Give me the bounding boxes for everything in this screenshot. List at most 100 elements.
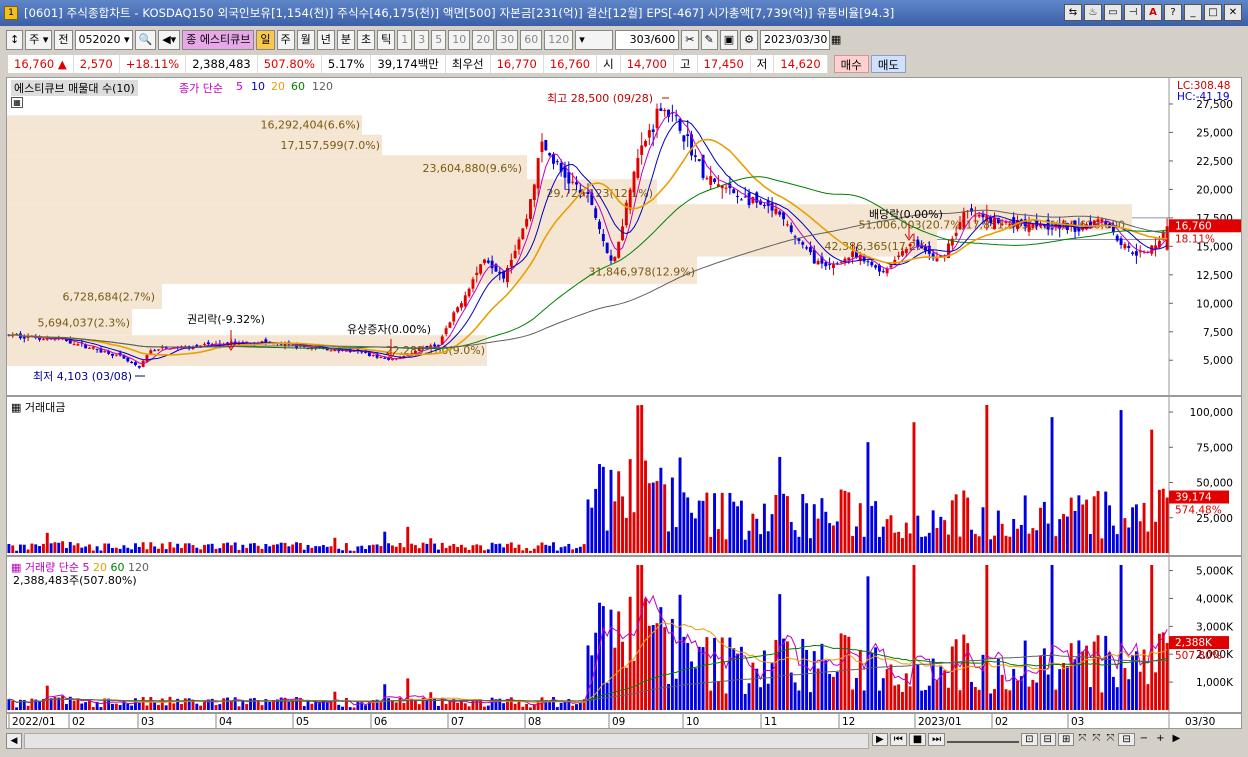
period-day[interactable]: 일 (256, 30, 275, 50)
candle-body (739, 199, 743, 201)
volume-bar (1138, 671, 1142, 710)
volume-bar (885, 669, 889, 710)
zoom-fit-icon[interactable]: ⊡ (1021, 733, 1038, 746)
candle-body (1027, 223, 1031, 232)
speed-slider[interactable] (947, 733, 1020, 743)
volume-bar (406, 678, 410, 710)
volume-bar (613, 647, 617, 710)
volume-bar (1058, 669, 1062, 710)
zoom-in-button[interactable]: + (1153, 733, 1167, 746)
interval-10[interactable]: 10 (448, 30, 471, 50)
period-month[interactable]: 월 (296, 30, 315, 50)
minimize-button[interactable]: _ (1184, 4, 1202, 21)
volume-bar (985, 405, 989, 553)
chart-type-icon[interactable]: ↕ (6, 30, 24, 50)
help-icon[interactable]: ? (1164, 4, 1182, 21)
cross3-icon[interactable]: ⤧ (1104, 733, 1116, 746)
interval-3[interactable]: 3 (414, 30, 430, 50)
maximize-button[interactable]: □ (1204, 4, 1222, 21)
sell-button[interactable]: 매도 (870, 55, 906, 73)
stock-code-input[interactable]: 052020 ▾ (74, 30, 133, 50)
pin-icon[interactable]: ⊣ (1124, 4, 1142, 21)
scroll-left-button[interactable]: ◀ (6, 733, 22, 749)
interval-30[interactable]: 30 (496, 30, 519, 50)
fast-forward-icon[interactable]: ⏭ (928, 733, 946, 746)
period-tick[interactable]: 틱 (377, 30, 396, 50)
grid-icon[interactable]: ▦ (11, 97, 23, 108)
period-week[interactable]: 주 (276, 30, 295, 50)
interval-5[interactable]: 5 (431, 30, 447, 50)
play-icon[interactable]: ▶ (872, 733, 888, 746)
volume-bar (601, 466, 605, 553)
volume-bar (1100, 692, 1104, 710)
volume-bar (352, 550, 356, 553)
y-tick-label: 7,500 (1203, 327, 1233, 339)
volume-ratio: 507.80% (257, 55, 322, 73)
speaker-icon[interactable]: ◀▾ (158, 30, 181, 50)
stop-icon[interactable]: ■ (908, 733, 927, 746)
date-field[interactable]: 2023/03/30 ▦ (760, 30, 841, 50)
period-year[interactable]: 년 (316, 30, 335, 50)
price-chart-panel[interactable]: 16,292,404(6.6%) 17,157,599(7.0%) 23,604,8… (6, 77, 1242, 396)
window-icon[interactable]: ⊟ (1118, 733, 1135, 746)
link-icon[interactable]: ⇆ (1064, 4, 1082, 21)
volume-panel[interactable]: 5,000K 4,000K 3,000K 2,000K 1,000K 2,388K 507.… (6, 556, 1242, 713)
font-icon[interactable]: A (1144, 4, 1162, 21)
volume-bar (360, 701, 364, 710)
fast-back-icon[interactable]: ⏮ (889, 733, 907, 746)
interval-dropdown[interactable]: ▾ (575, 30, 614, 50)
layout-icon[interactable]: ▭ (1104, 4, 1122, 21)
buy-button[interactable]: 매수 (833, 55, 869, 73)
bar-count-field[interactable]: 303/600 (615, 30, 680, 50)
volume-bar (1062, 514, 1065, 553)
settings-icon[interactable]: ⚙ (740, 30, 759, 50)
interval-1[interactable]: 1 (397, 30, 413, 50)
volume-bar (870, 505, 874, 553)
low-price: 14,620 (774, 55, 828, 73)
candle-body (114, 354, 118, 356)
volume-bar (678, 594, 682, 710)
cross1-icon[interactable]: ⤧ (1076, 733, 1088, 746)
candle-body (203, 343, 206, 345)
amount-chart-svg[interactable]: 100,00075,00050,00025,00039,174574.48% (7, 397, 1241, 555)
zoom-out-button[interactable]: − (1137, 733, 1151, 746)
volume-bar (659, 467, 663, 553)
zoom-wide-icon[interactable]: ⊞ (1057, 733, 1075, 746)
volume-bar (667, 531, 670, 553)
period-select[interactable]: 주 ▾ (25, 30, 53, 50)
volume-chart-svg[interactable]: 5,000K4,000K3,000K2,000K1,000K2,388K507.… (7, 557, 1241, 712)
draw-icon[interactable]: ✎ (700, 30, 718, 50)
volume-bar (490, 542, 494, 553)
prev-button[interactable]: 전 (54, 30, 73, 50)
scroll-right-button[interactable]: ▶ (1170, 733, 1184, 746)
cross2-icon[interactable]: ⤧ (1090, 733, 1102, 746)
period-second[interactable]: 초 (357, 30, 376, 50)
volume-bar (252, 543, 256, 553)
amount-panel[interactable]: 100,000 75,000 50,000 25,000 39,174 574.48% ▦… (6, 396, 1242, 556)
interval-60[interactable]: 60 (520, 30, 543, 50)
color-icon[interactable]: ♨ (1084, 4, 1102, 21)
volume-bar (724, 539, 728, 553)
volume-bar (728, 492, 732, 553)
period-minute[interactable]: 분 (336, 30, 356, 50)
volume-bar (613, 501, 617, 553)
candle-body (390, 359, 394, 361)
interval-20[interactable]: 20 (472, 30, 495, 50)
volume-bar (912, 422, 916, 553)
zoom-box-icon[interactable]: ⊟ (1039, 733, 1056, 746)
search-icon[interactable]: 🔍 (134, 30, 157, 50)
volume-bar (605, 682, 609, 710)
tool-icon[interactable]: ✂ (681, 30, 699, 50)
volume-bar (314, 546, 318, 553)
volume-bar (306, 544, 310, 553)
save-icon[interactable]: ▣ (719, 30, 739, 50)
price-chart-svg[interactable]: 16,292,404(6.6%) 17,157,599(7.0%) 23,604,8… (7, 78, 1241, 395)
interval-120[interactable]: 120 (544, 30, 574, 50)
candle-body (1119, 238, 1123, 245)
scrollbar-track[interactable] (24, 733, 869, 749)
candle-body (693, 155, 697, 157)
volume-bar (1081, 504, 1085, 553)
volume-bar (690, 512, 694, 553)
close-button[interactable]: ✕ (1224, 4, 1242, 21)
window-title: [0601] 주식종합차트 - KOSDAQ150 외국인보유[1,154(천)… (24, 6, 895, 20)
